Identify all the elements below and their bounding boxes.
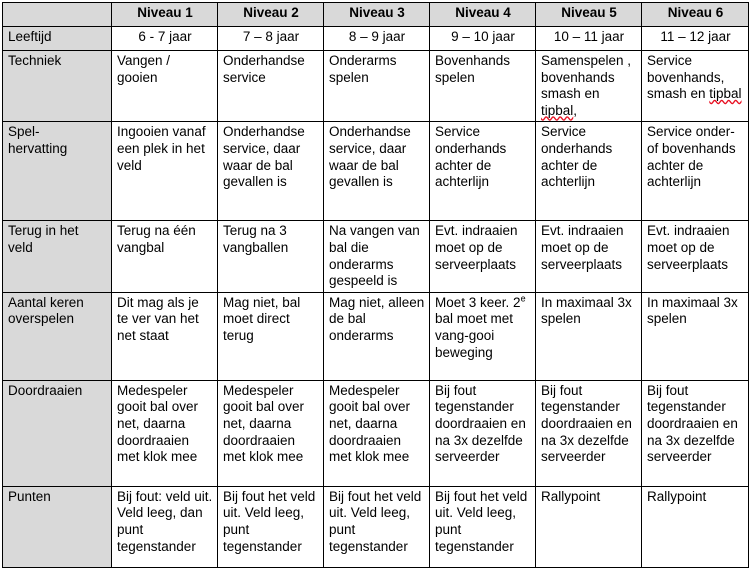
table-row-doordraaien: Doordraaien Medespeler gooit bal over ne… (2, 379, 749, 487)
column-header-niveau-4: Niveau 4 (429, 2, 536, 27)
table-row-leeftijd: Leeftijd 6 - 7 jaar 7 – 8 jaar 8 – 9 jaa… (2, 26, 749, 51)
cell-punten-niveau-5: Rallypoint (535, 485, 642, 568)
cell-doordraaien-niveau-2: Medespeler gooit bal over net, daarna do… (217, 379, 324, 487)
table-row-aantal-keren-overspelen: Aantal keren overspelen Dit mag als je t… (2, 291, 749, 381)
cell-leeftijd-niveau-3: 8 – 9 jaar (323, 26, 430, 51)
column-header-niveau-1: Niveau 1 (111, 2, 218, 27)
cell-spelhervatting-niveau-4: Service onderhands achter de achterlijn (429, 121, 536, 222)
cell-aantal-niveau-2: Mag niet, bal moet direct terug (217, 291, 324, 381)
cell-spelhervatting-niveau-2: Onderhandse service, daar waar de bal ge… (217, 121, 324, 222)
cell-punten-niveau-4: Bij fout het veld uit. Veld leeg, punt t… (429, 485, 536, 568)
table-row-techniek: Techniek Vangen / gooien Onderhandse ser… (2, 49, 749, 123)
row-label-punten: Punten (2, 485, 112, 568)
levels-table: Niveau 1 Niveau 2 Niveau 3 Niveau 4 Nive… (2, 2, 749, 568)
cell-techniek-niveau-4: Bovenhands spelen (429, 49, 536, 123)
cell-spelhervatting-niveau-5: Service onderhands achter de achterlijn (535, 121, 642, 222)
column-header-niveau-2: Niveau 2 (217, 2, 324, 27)
cell-techniek-niveau-6: Service bovenhands, smash en tipbal (641, 49, 749, 123)
cell-doordraaien-niveau-3: Medespeler gooit bal over net, daarna do… (323, 379, 430, 487)
cell-terug-niveau-6: Evt. indraaien moet op de serveerplaats (641, 220, 749, 293)
cell-terug-niveau-3: Na vangen van bal die onderarms gespeeld… (323, 220, 430, 293)
cell-techniek-niveau-5: Samenspelen , bovenhands smash en tipbal… (535, 49, 642, 123)
row-label-doordraaien: Doordraaien (2, 379, 112, 487)
cell-punten-niveau-1: Bij fout: veld uit. Veld leeg, dan punt … (111, 485, 218, 568)
column-header-niveau-6: Niveau 6 (641, 2, 749, 27)
cell-leeftijd-niveau-6: 11 – 12 jaar (641, 26, 749, 51)
spellcheck-underlined-word: tipbal (709, 86, 742, 102)
cell-leeftijd-niveau-4: 9 – 10 jaar (429, 26, 536, 51)
column-header-niveau-3: Niveau 3 (323, 2, 430, 27)
cell-spelhervatting-niveau-1: Ingooien vanaf een plek in het veld (111, 121, 218, 222)
row-label-spelhervatting: Spel-hervatting (2, 121, 112, 222)
table-row-terug-in-het-veld: Terug in het veld Terug na één vangbal T… (2, 220, 749, 293)
cell-aantal-niveau-4: Moet 3 keer. 2e bal moet met vang-gooi b… (429, 291, 536, 381)
column-header-niveau-5: Niveau 5 (535, 2, 642, 27)
cell-techniek-niveau-1: Vangen / gooien (111, 49, 218, 123)
cell-terug-niveau-4: Evt. indraaien moet op de serveerplaats (429, 220, 536, 293)
cell-terug-niveau-2: Terug na 3 vangballen (217, 220, 324, 293)
superscript-text: e (520, 293, 526, 304)
cell-punten-niveau-3: Bij fout het veld uit. Veld leeg, punt t… (323, 485, 430, 568)
table-container: Niveau 1 Niveau 2 Niveau 3 Niveau 4 Nive… (0, 0, 750, 568)
cell-techniek-niveau-3: Onderarms spelen (323, 49, 430, 123)
table-row-punten: Punten Bij fout: veld uit. Veld leeg, da… (2, 485, 749, 568)
cell-doordraaien-niveau-4: Bij fout tegenstander doordraaien en na … (429, 379, 536, 487)
spellcheck-underlined-word: tipbal (541, 102, 574, 118)
cell-terug-niveau-5: Evt. indraaien moet op de serveerplaats (535, 220, 642, 293)
header-corner-cell (2, 2, 112, 27)
row-label-leeftijd: Leeftijd (2, 26, 112, 51)
cell-aantal-niveau-3: Mag niet, alleen de bal onderarms (323, 291, 430, 381)
cell-spelhervatting-niveau-3: Onderhandse service, daar waar de bal ge… (323, 121, 430, 222)
table-row-spelhervatting: Spel-hervatting Ingooien vanaf een plek … (2, 121, 749, 222)
row-label-techniek: Techniek (2, 49, 112, 123)
cell-leeftijd-niveau-2: 7 – 8 jaar (217, 26, 324, 51)
row-label-terug-in-het-veld: Terug in het veld (2, 220, 112, 293)
table-header-row: Niveau 1 Niveau 2 Niveau 3 Niveau 4 Nive… (2, 2, 749, 27)
cell-doordraaien-niveau-1: Medespeler gooit bal over net, daarna do… (111, 379, 218, 487)
cell-doordraaien-niveau-6: Bij fout tegenstander doordraaien en na … (641, 379, 749, 487)
cell-aantal-niveau-6: In maximaal 3x spelen (641, 291, 749, 381)
cell-aantal-niveau-5: In maximaal 3x spelen (535, 291, 642, 381)
cell-leeftijd-niveau-5: 10 – 11 jaar (535, 26, 642, 51)
cell-spelhervatting-niveau-6: Service onder- of bovenhands achter de a… (641, 121, 749, 222)
cell-aantal-niveau-1: Dit mag als je te ver van het net staat (111, 291, 218, 381)
cell-punten-niveau-6: Rallypoint (641, 485, 749, 568)
row-label-aantal-keren-overspelen: Aantal keren overspelen (2, 291, 112, 381)
cell-terug-niveau-1: Terug na één vangbal (111, 220, 218, 293)
cell-techniek-niveau-2: Onderhandse service (217, 49, 324, 123)
cell-leeftijd-niveau-1: 6 - 7 jaar (111, 26, 218, 51)
cell-doordraaien-niveau-5: Bij fout tegenstander doordraaien en na … (535, 379, 642, 487)
cell-punten-niveau-2: Bij fout het veld uit. Veld leeg, punt t… (217, 485, 324, 568)
